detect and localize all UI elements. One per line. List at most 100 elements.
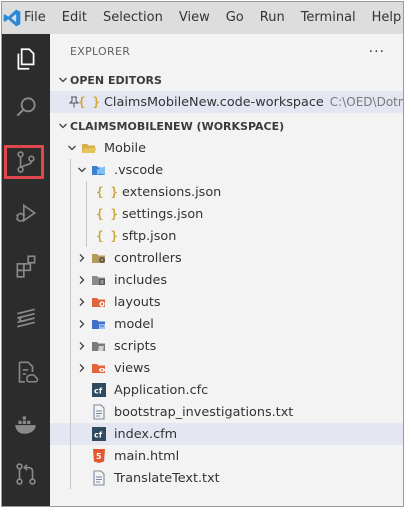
file-extensions-json[interactable]: { } extensions.json	[50, 181, 403, 203]
remote-explorer-activity-button[interactable]	[2, 350, 50, 394]
explorer-activity-button[interactable]	[2, 37, 50, 81]
html5-file-icon: 5	[90, 448, 108, 464]
folder-layouts[interactable]: layouts	[50, 291, 403, 313]
json-file-icon: { }	[96, 185, 118, 199]
folder-label: scripts	[114, 338, 157, 354]
pull-request-icon	[16, 463, 36, 485]
folder-label: views	[114, 360, 151, 376]
sftp-icon	[17, 308, 35, 328]
activity-bar	[2, 34, 50, 506]
chevron-down-icon	[56, 75, 70, 85]
file-label: extensions.json	[122, 184, 222, 200]
file-main-html[interactable]: 5 main.html	[50, 445, 403, 467]
menu-file[interactable]: File	[22, 2, 54, 34]
folder-vscode[interactable]: .vscode	[50, 159, 403, 181]
folder-scripts[interactable]: scripts	[50, 335, 403, 357]
search-activity-button[interactable]	[2, 85, 50, 129]
folder-controllers[interactable]: controllers	[50, 247, 403, 269]
chevron-right-icon	[74, 319, 90, 329]
folder-views[interactable]: views	[50, 357, 403, 379]
chevron-down-icon	[56, 121, 70, 131]
file-label: TranslateText.txt	[114, 470, 220, 486]
folder-label: Mobile	[104, 140, 146, 156]
svg-text:cf: cf	[94, 387, 103, 396]
extensions-activity-button[interactable]	[2, 244, 50, 288]
remote-explorer-icon	[18, 361, 39, 383]
file-label: Application.cfc	[114, 382, 209, 398]
folder-includes[interactable]: includes	[50, 269, 403, 291]
chevron-down-icon	[64, 143, 80, 153]
text-file-icon	[90, 470, 108, 486]
workspace-file-icon: { }	[78, 95, 100, 109]
folder-label: layouts	[114, 294, 161, 310]
file-label: sftp.json	[122, 228, 177, 244]
menu-help[interactable]: Help	[364, 2, 403, 34]
chevron-right-icon	[74, 253, 90, 263]
source-control-icon	[17, 151, 35, 173]
open-editors-label: OPEN EDITORS	[70, 73, 162, 87]
search-icon	[16, 97, 36, 117]
scripts-folder-icon	[90, 338, 108, 354]
chevron-down-icon	[74, 165, 90, 175]
file-label: index.cfm	[114, 426, 178, 442]
svg-text:cf: cf	[94, 431, 103, 440]
file-label: main.html	[114, 448, 180, 464]
explorer-sidebar: EXPLORER ··· OPEN EDITORS { } ClaimsMobi…	[50, 34, 403, 506]
source-control-activity-button[interactable]	[2, 140, 50, 184]
menu-view[interactable]: View	[171, 2, 218, 34]
file-label: bootstrap_investigations.txt	[114, 404, 294, 420]
chevron-right-icon	[74, 363, 90, 373]
folder-mobile[interactable]: Mobile	[50, 137, 403, 159]
file-sftp-json[interactable]: { } sftp.json	[50, 225, 403, 247]
folder-label: model	[114, 316, 154, 332]
menu-selection[interactable]: Selection	[95, 2, 171, 34]
menu-edit[interactable]: Edit	[54, 2, 95, 34]
chevron-right-icon	[74, 275, 90, 285]
sftp-activity-button[interactable]	[2, 296, 50, 340]
open-editors-section-header[interactable]: OPEN EDITORS	[50, 69, 403, 91]
views-folder-icon	[90, 360, 108, 376]
includes-folder-icon	[90, 272, 108, 288]
file-index-cfm[interactable]: cf index.cfm	[50, 423, 403, 445]
menu-run[interactable]: Run	[252, 2, 293, 34]
file-translatetext-txt[interactable]: TranslateText.txt	[50, 467, 403, 489]
menu-terminal[interactable]: Terminal	[293, 2, 364, 34]
chevron-right-icon	[74, 297, 90, 307]
menu-go[interactable]: Go	[218, 2, 252, 34]
open-editor-item[interactable]: { } ClaimsMobileNew.code-workspace C:\OE…	[50, 91, 403, 113]
run-debug-icon	[16, 203, 37, 223]
folder-open-icon	[80, 140, 98, 156]
file-application-cfc[interactable]: cf Application.cfc	[50, 379, 403, 401]
coldfusion-file-icon: cf	[90, 382, 108, 398]
vscode-folder-icon	[90, 162, 108, 178]
vscode-window: File Edit Selection View Go Run Terminal…	[1, 1, 404, 507]
json-file-icon: { }	[96, 229, 118, 243]
chevron-right-icon	[74, 341, 90, 351]
file-bootstrap-investigations-txt[interactable]: bootstrap_investigations.txt	[50, 401, 403, 423]
layouts-folder-icon	[90, 294, 108, 310]
extensions-icon	[16, 255, 36, 278]
docker-icon	[15, 416, 36, 434]
file-settings-json[interactable]: { } settings.json	[50, 203, 403, 225]
file-label: settings.json	[122, 206, 204, 222]
coldfusion-file-icon: cf	[90, 426, 108, 442]
explorer-title: EXPLORER	[70, 45, 131, 58]
controllers-folder-icon	[90, 250, 108, 266]
docker-activity-button[interactable]	[2, 402, 50, 446]
model-folder-icon	[90, 316, 108, 332]
menu-bar: File Edit Selection View Go Run Terminal…	[2, 2, 403, 34]
open-editor-name: ClaimsMobileNew.code-workspace	[104, 94, 324, 110]
workspace-section-header[interactable]: CLAIMSMOBILENEW (WORKSPACE)	[50, 115, 403, 137]
vscode-logo-icon	[2, 2, 22, 34]
folder-label: controllers	[114, 250, 182, 266]
svg-text:5: 5	[96, 452, 102, 461]
pull-requests-activity-button[interactable]	[2, 452, 50, 496]
folder-label: includes	[114, 272, 168, 288]
json-file-icon: { }	[96, 207, 118, 221]
more-actions-button[interactable]: ···	[369, 44, 385, 60]
run-debug-activity-button[interactable]	[2, 191, 50, 235]
folder-label: .vscode	[114, 162, 164, 178]
folder-model[interactable]: model	[50, 313, 403, 335]
text-file-icon	[90, 404, 108, 420]
workspace-label: CLAIMSMOBILENEW (WORKSPACE)	[70, 119, 285, 133]
